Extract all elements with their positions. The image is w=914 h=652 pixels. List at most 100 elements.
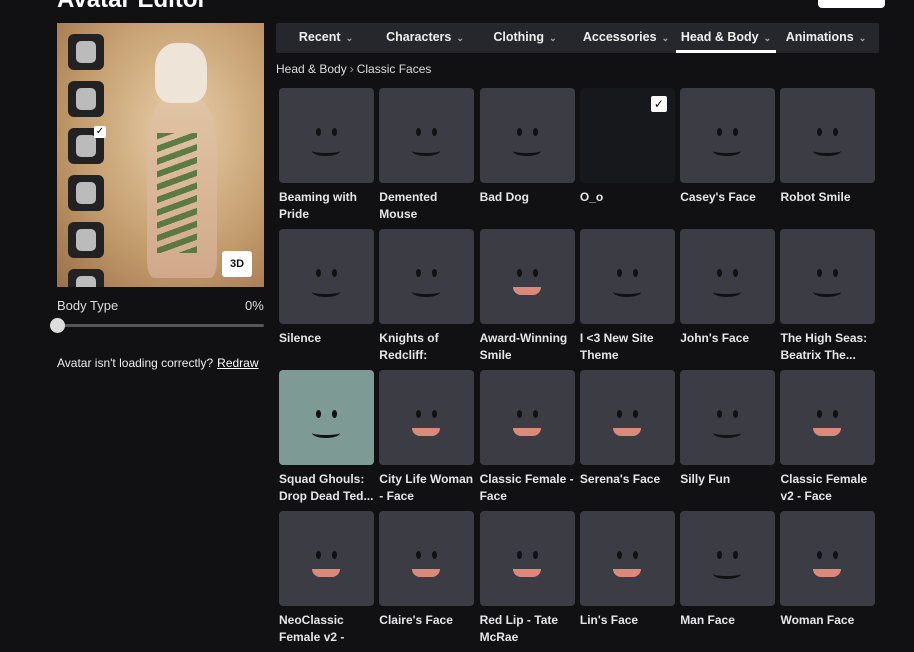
item-thumbnail <box>379 229 475 324</box>
tab-label: Head & Body <box>680 30 759 44</box>
item-name: City Life Woman - Face <box>379 472 474 503</box>
item-card[interactable]: NeoClassic Female v2 - Face <box>279 511 374 652</box>
item-card[interactable]: Silly Fun <box>680 370 776 511</box>
item-name: Robot Smile <box>780 190 851 204</box>
category-tabs: Recent ⌄ Characters ⌄ Clothing ⌄ Accessorie… <box>276 23 879 53</box>
face-eye <box>432 128 438 136</box>
item-thumbnail <box>379 88 475 183</box>
item-thumbnail <box>479 511 575 606</box>
item-card[interactable]: I <3 New Site Theme <box>579 229 675 370</box>
item-card[interactable]: Robot Smile <box>780 88 876 229</box>
face-eye <box>332 551 337 559</box>
slider-knob[interactable] <box>50 318 65 333</box>
item-card[interactable]: Woman Face <box>780 511 876 652</box>
item-name: Squad Ghouls: Drop Dead Ted... <box>279 472 374 503</box>
item-thumbnail <box>680 370 776 465</box>
face-mouth <box>813 428 842 436</box>
item-thumbnail <box>279 88 374 183</box>
item-thumbnail <box>279 229 374 324</box>
equipped-slot[interactable] <box>68 222 104 258</box>
breadcrumb-separator: › <box>349 62 354 76</box>
face-mouth <box>512 428 541 436</box>
face-mouth <box>312 569 340 577</box>
head-icon <box>76 276 96 287</box>
face-mouth <box>412 287 441 297</box>
face-mouth <box>813 569 842 577</box>
face-mouth <box>713 287 742 297</box>
equipped-slot[interactable]: ✓ <box>68 126 106 164</box>
face-eye <box>717 269 723 277</box>
avatar-figure <box>137 43 227 283</box>
face-eye <box>416 551 422 559</box>
breadcrumb-parent[interactable]: Head & Body <box>276 62 347 76</box>
item-card[interactable]: Demented Mouse <box>379 88 475 229</box>
page-title: Avatar Editor <box>57 0 207 14</box>
face-eye <box>432 269 438 277</box>
face-eye <box>616 269 622 277</box>
face-eye <box>332 410 337 418</box>
face-eye <box>733 551 739 559</box>
tab-accessories[interactable]: Accessories ⌄ <box>576 23 676 53</box>
face-eye <box>632 551 638 559</box>
item-card[interactable]: The High Seas: Beatrix The... <box>780 229 876 370</box>
item-card[interactable]: Lin's Face <box>579 511 675 652</box>
tab-animations[interactable]: Animations ⌄ <box>776 23 876 53</box>
tab-characters[interactable]: Characters ⌄ <box>376 23 474 53</box>
item-card[interactable]: Claire's Face <box>379 511 475 652</box>
tab-label: Animations <box>785 30 854 44</box>
item-card[interactable]: Award-Winning Smile <box>479 229 575 370</box>
redraw-link[interactable]: Redraw <box>217 356 258 370</box>
item-card[interactable]: Squad Ghouls: Drop Dead Ted... <box>279 370 374 511</box>
face-eye <box>516 128 522 136</box>
face-eye <box>416 128 422 136</box>
face-eye <box>332 128 337 136</box>
face-mouth <box>813 146 842 156</box>
item-name: Classic Female v2 - Face <box>780 472 868 503</box>
item-card[interactable]: ✓ O_o <box>579 88 675 229</box>
item-thumbnail <box>579 229 675 324</box>
tab-label: Recent <box>298 30 341 44</box>
item-thumbnail <box>379 511 475 606</box>
face-eye <box>516 410 522 418</box>
item-grid: Beaming with Pride Demented Mouse Bad Dog ✓… <box>279 88 876 652</box>
face-eye <box>432 410 438 418</box>
face-mouth <box>713 569 742 579</box>
item-card[interactable]: Beaming with Pride <box>279 88 374 229</box>
face-eye <box>733 128 739 136</box>
item-card[interactable]: Bad Dog <box>479 88 575 229</box>
item-name: NeoClassic Female v2 - Face <box>279 613 345 644</box>
face-eye <box>332 269 337 277</box>
head-icon <box>76 182 96 204</box>
item-card[interactable]: Knights of Redcliff: Paladi... <box>379 229 475 370</box>
head-icon <box>76 135 96 157</box>
face-eye <box>833 269 839 277</box>
body-type-slider[interactable] <box>50 318 264 333</box>
equipped-slot[interactable] <box>68 34 104 70</box>
equipped-slot[interactable] <box>68 269 104 287</box>
item-card[interactable]: Silence <box>279 229 374 370</box>
item-card[interactable]: Man Face <box>680 511 776 652</box>
tab-recent[interactable]: Recent ⌄ <box>276 23 376 53</box>
item-card[interactable]: Casey's Face <box>680 88 776 229</box>
equipped-slot[interactable] <box>68 175 104 211</box>
tab-head-body[interactable]: Head & Body ⌄ <box>676 23 776 53</box>
item-name: Silly Fun <box>680 472 731 486</box>
item-card[interactable]: John's Face <box>680 229 776 370</box>
item-card[interactable]: Classic Female v2 - Face <box>780 370 876 511</box>
view-3d-button[interactable]: 3D <box>222 251 252 277</box>
chevron-down-icon: ⌄ <box>763 33 772 43</box>
top-right-button[interactable] <box>818 0 885 8</box>
equipped-slot[interactable] <box>68 81 104 117</box>
item-card[interactable]: Serena's Face <box>579 370 675 511</box>
face-eye <box>833 410 839 418</box>
item-thumbnail <box>680 511 776 606</box>
item-card[interactable]: Classic Female - Face <box>479 370 575 511</box>
face-eye <box>717 551 723 559</box>
item-name: Classic Female - Face <box>479 472 574 503</box>
item-card[interactable]: City Life Woman - Face <box>379 370 475 511</box>
item-card[interactable]: Red Lip - Tate McRae <box>479 511 575 652</box>
face-eye <box>316 410 321 418</box>
body-type-label: Body Type <box>57 298 119 313</box>
item-name: Red Lip - Tate McRae <box>479 613 559 644</box>
tab-clothing[interactable]: Clothing ⌄ <box>474 23 576 53</box>
